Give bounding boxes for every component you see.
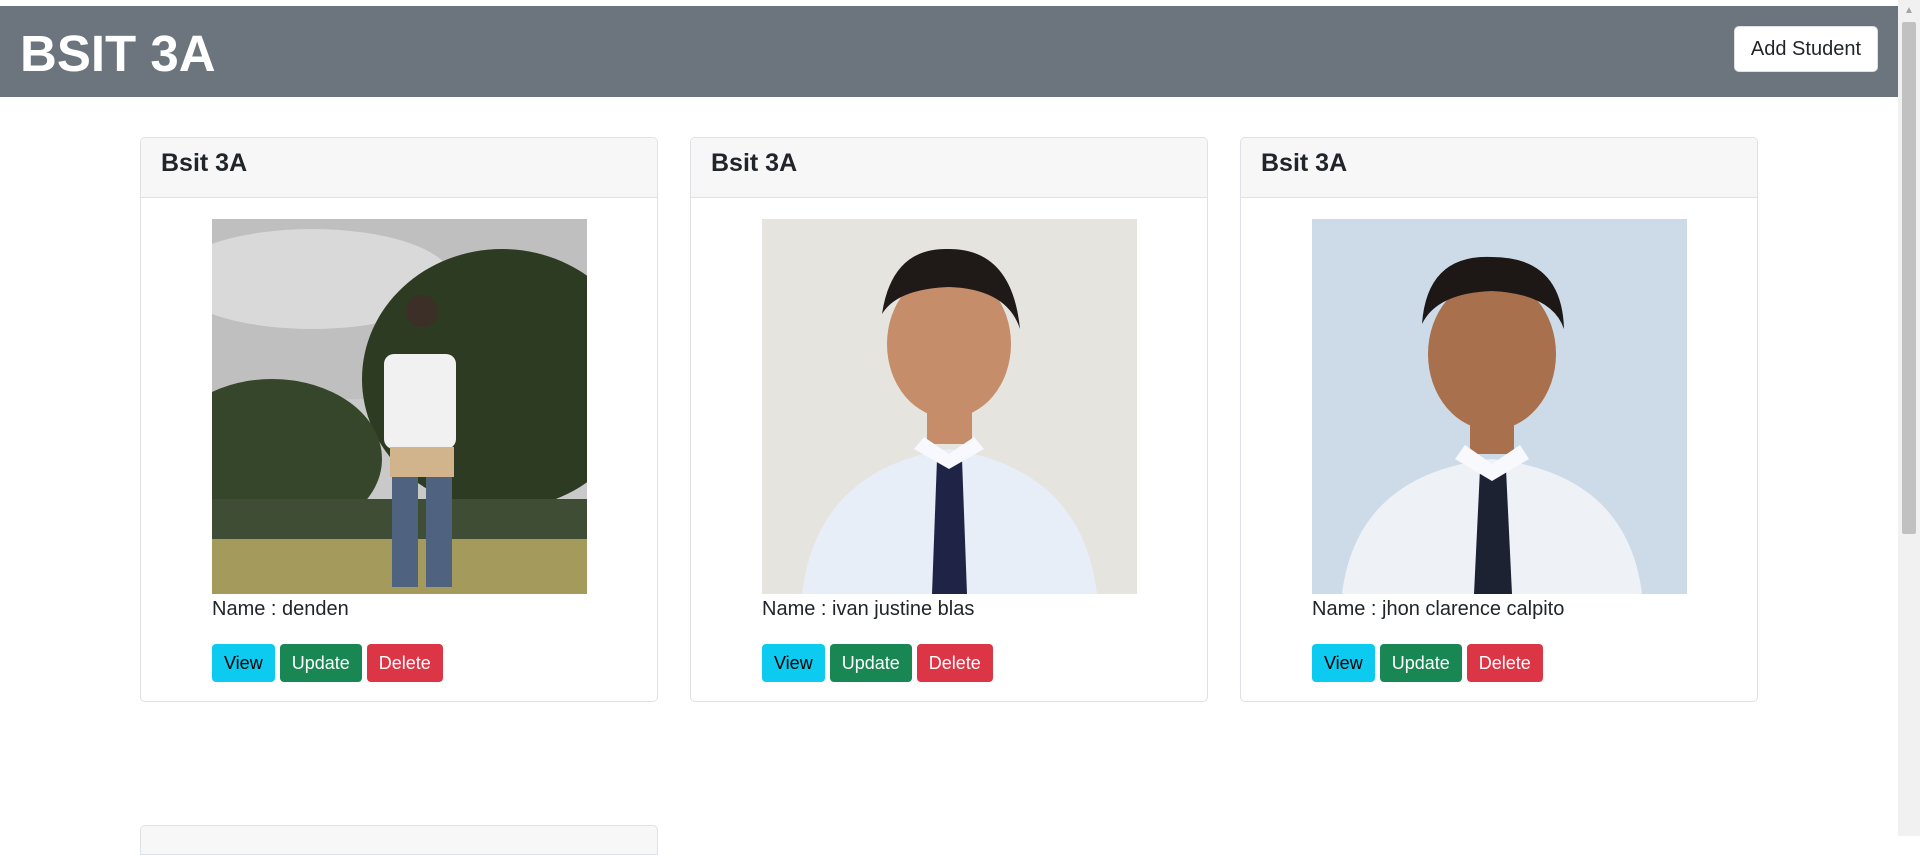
student-card: Bsit 3A Name : denden View Update Delete: [140, 137, 658, 702]
view-button[interactable]: View: [212, 644, 275, 682]
student-photo: [1312, 219, 1687, 594]
update-button[interactable]: Update: [1379, 644, 1462, 682]
card-header: Bsit 3A: [691, 138, 1207, 198]
update-button[interactable]: Update: [829, 644, 912, 682]
student-card: Bsit 3A Name : jhon clarence calpito Vie…: [1240, 137, 1758, 702]
student-photo: [212, 219, 587, 594]
student-name: Name : denden: [212, 598, 349, 620]
card-actions: View Update Delete: [762, 644, 993, 682]
student-card-partial: [140, 825, 658, 855]
card-header: Bsit 3A: [1241, 138, 1757, 198]
page-title: BSIT 3A: [20, 25, 216, 82]
add-student-button[interactable]: Add Student: [1733, 26, 1878, 72]
vertical-scrollbar[interactable]: ▲: [1898, 0, 1920, 836]
delete-button[interactable]: Delete: [366, 644, 443, 682]
card-actions: View Update Delete: [212, 644, 443, 682]
card-header: Bsit 3A: [141, 138, 657, 198]
student-name: Name : ivan justine blas: [762, 598, 975, 620]
view-button[interactable]: View: [1312, 644, 1375, 682]
top-navbar: BSIT 3A Add Student: [0, 6, 1898, 97]
delete-button[interactable]: Delete: [1466, 644, 1543, 682]
update-button[interactable]: Update: [279, 644, 362, 682]
view-button[interactable]: View: [762, 644, 825, 682]
scroll-up-arrow-icon[interactable]: ▲: [1898, 4, 1920, 18]
student-card: Bsit 3A Name : ivan justine blas View Up…: [690, 137, 1208, 702]
student-name: Name : jhon clarence calpito: [1312, 598, 1565, 620]
delete-button[interactable]: Delete: [916, 644, 993, 682]
scrollbar-thumb[interactable]: [1902, 22, 1916, 534]
card-actions: View Update Delete: [1312, 644, 1543, 682]
student-photo: [762, 219, 1137, 594]
